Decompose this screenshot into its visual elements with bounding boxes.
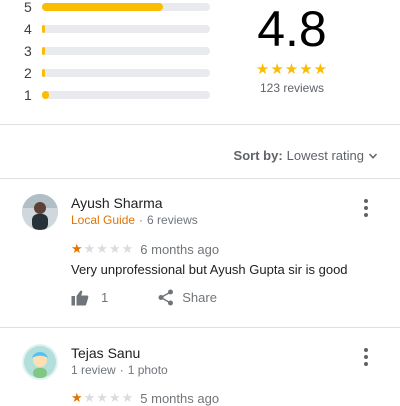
rating-bar-fill	[42, 69, 45, 77]
review-actions: 1 Share	[71, 289, 217, 306]
rating-bar-track	[42, 25, 210, 33]
avatar-photo	[22, 344, 58, 380]
rating-bar-fill	[42, 3, 163, 11]
review-text: Very unprofessional but Ayush Gupta sir …	[71, 262, 348, 277]
rating-bar-label: 2	[24, 65, 32, 81]
reviewer-name[interactable]: Ayush Sharma	[71, 195, 163, 211]
reviewer-stats: 1 review	[71, 363, 116, 377]
sort-dropdown[interactable]: Sort by: Lowest rating	[234, 148, 378, 163]
share-icon	[158, 289, 174, 306]
star-empty-icon: ★★★★	[83, 241, 135, 256]
rating-bar-track	[42, 47, 210, 55]
star-filled-icon: ★	[71, 241, 84, 256]
average-rating-stars: ★★★★★	[255, 61, 329, 78]
rating-bar-row[interactable]: 2	[24, 65, 214, 81]
share-button[interactable]: Share	[158, 289, 217, 306]
rating-bar-track	[42, 69, 210, 77]
reviewer-meta: 1 review · 1 photo	[71, 363, 168, 377]
rating-bar-label: 5	[24, 0, 32, 15]
rating-bar-label: 1	[24, 87, 32, 103]
rating-bar-label: 3	[24, 43, 32, 59]
summary-divider	[0, 124, 400, 125]
sort-value: Lowest rating	[286, 148, 364, 163]
avatar-photo	[22, 194, 58, 230]
sort-label: Sort by:	[233, 148, 283, 163]
more-vert-icon[interactable]	[362, 348, 370, 368]
rating-bar-row[interactable]: 4	[24, 21, 214, 37]
review-divider	[0, 327, 400, 328]
rating-bar-fill	[42, 25, 46, 33]
rating-bar-track	[42, 3, 210, 11]
review-date: 5 months ago	[140, 390, 220, 406]
review-count-link[interactable]: 123 reviews	[234, 81, 350, 95]
chevron-down-icon	[368, 152, 378, 159]
rating-bar-fill	[42, 47, 46, 55]
reviewer-stats: 6 reviews	[147, 213, 198, 227]
share-label: Share	[182, 290, 217, 305]
rating-bar-row[interactable]: 3	[24, 43, 214, 59]
reviewer-meta: Local Guide · 6 reviews	[71, 213, 198, 227]
rating-bar-row[interactable]: 1	[24, 87, 214, 103]
review-date: 6 months ago	[140, 241, 220, 257]
reviewer-photos: 1 photo	[127, 363, 168, 377]
thumbs-up-icon[interactable]	[71, 290, 89, 306]
review-rating: ★ ★★★★ 6 months ago	[71, 241, 219, 257]
like-count: 1	[101, 290, 109, 305]
review-rating: ★ ★★★★ 5 months ago	[71, 390, 219, 406]
rating-bar-fill	[42, 91, 49, 99]
rating-summary: 5 4 3 2 1 4.8 ★★★★★ 123 reviews	[0, 0, 400, 124]
local-guide-badge[interactable]: Local Guide	[71, 213, 135, 227]
average-rating: 4.8	[257, 1, 327, 57]
sort-divider	[0, 178, 400, 179]
avatar[interactable]	[22, 194, 58, 230]
rating-bar-track	[42, 91, 210, 99]
more-vert-icon[interactable]	[362, 199, 370, 219]
reviewer-name[interactable]: Tejas Sanu	[71, 345, 140, 361]
avatar[interactable]	[22, 344, 58, 380]
rating-bar-row[interactable]: 5	[24, 0, 214, 15]
rating-bar-label: 4	[24, 21, 32, 37]
star-empty-icon: ★★★★	[83, 390, 135, 405]
star-filled-icon: ★	[71, 390, 84, 405]
